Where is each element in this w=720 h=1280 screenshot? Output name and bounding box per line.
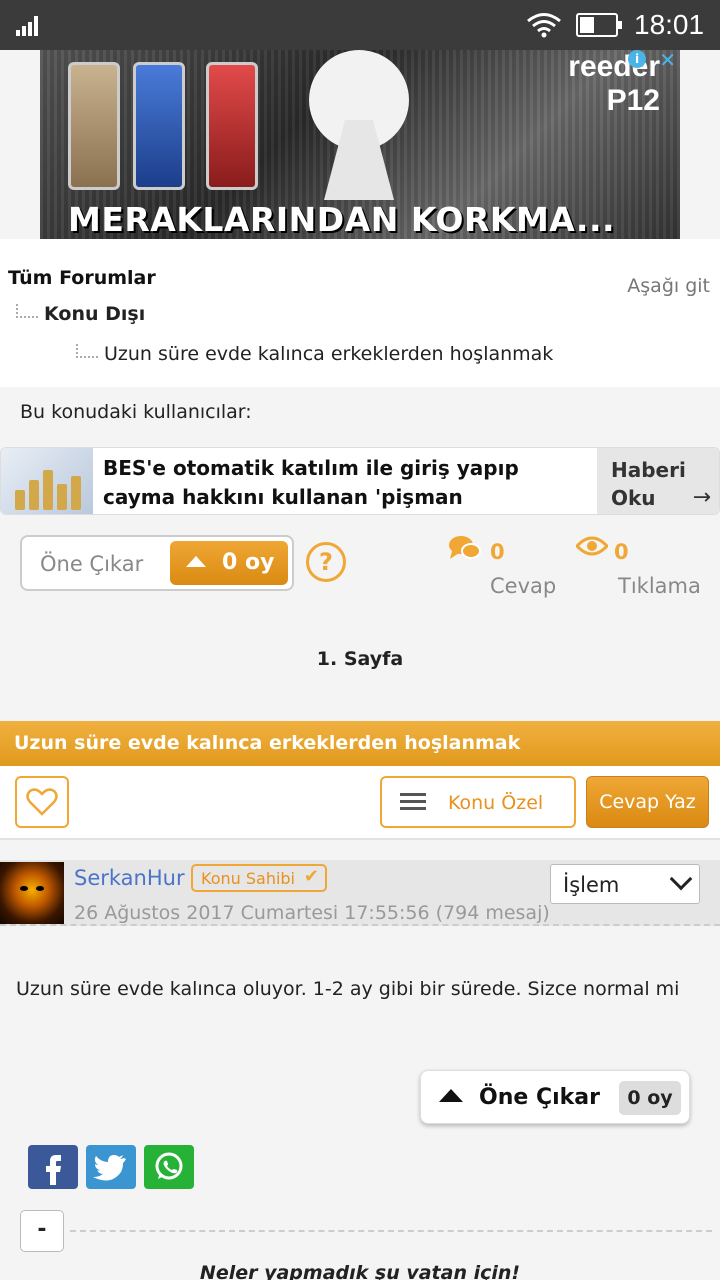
post-author[interactable]: SerkanHur [74, 866, 185, 890]
promote-box: Öne Çıkar 0 oy [20, 535, 294, 591]
scroll-down-link[interactable]: Aşağı git [627, 275, 710, 297]
native-ad[interactable]: BES'e otomatik katılım ile giriş yapıp c… [0, 447, 720, 515]
upvote-button[interactable]: 0 oy [170, 541, 288, 585]
breadcrumb-topic[interactable]: Uzun süre evde kalınca erkeklerden hoşla… [76, 343, 553, 365]
phone-image [206, 62, 258, 190]
post-date: 26 Ağustos 2017 Cumartesi 17:55:56 (794 … [74, 902, 550, 924]
chat-bubbles-icon [449, 536, 481, 559]
facebook-icon [46, 1155, 61, 1185]
check-icon: ✔ [303, 866, 319, 887]
avatar[interactable] [0, 862, 64, 924]
ad-banner[interactable]: reeder P12 i ✕ MERAKLARINDAN KORKMA... [40, 50, 680, 239]
arrow-up-icon [439, 1089, 463, 1102]
battery-icon [576, 13, 622, 37]
user-signature: Neler yapmadık şu vatan için! [199, 1262, 521, 1280]
page-indicator: 1. Sayfa [316, 648, 404, 670]
breadcrumb: Tüm Forumlar Aşağı git Konu Dışı Uzun sü… [0, 239, 720, 387]
topic-owner-badge: Konu Sahibi ✔ [191, 864, 327, 892]
divider [70, 1230, 712, 1232]
ad-thumbnail [1, 448, 93, 514]
topic-actions: Konu Özel Cevap Yaz [0, 766, 720, 840]
arrow-up-icon [186, 556, 206, 567]
breadcrumb-root[interactable]: Tüm Forumlar [8, 267, 156, 289]
whatsapp-icon [155, 1152, 183, 1180]
heart-icon [26, 788, 58, 816]
share-facebook-button[interactable] [28, 1145, 78, 1189]
topic-options-button[interactable]: Konu Özel [380, 776, 576, 828]
close-icon[interactable]: ✕ [659, 50, 676, 72]
tree-connector-icon [16, 304, 38, 318]
chevron-down-icon [669, 867, 693, 891]
view-count: 0 Tıklama [576, 534, 716, 604]
help-icon[interactable]: ? [306, 542, 346, 582]
topic-users: Bu konudaki kullanıcılar: [0, 387, 720, 437]
wifi-icon [527, 13, 561, 38]
read-news-button[interactable]: Haberi Oku → [597, 448, 719, 514]
ad-choices[interactable]: i ✕ [620, 50, 680, 72]
phone-image [133, 62, 185, 190]
post-promote-button[interactable]: Öne Çıkar 0 oy [420, 1070, 690, 1124]
promote-label: Öne Çıkar [40, 552, 144, 576]
ad-headline: MERAKLARINDAN KORKMA... [68, 200, 616, 239]
share-whatsapp-button[interactable] [144, 1145, 194, 1189]
topic-users-label: Bu konudaki kullanıcılar: [20, 401, 252, 423]
promote-count: 0 oy [619, 1081, 681, 1115]
ad-text: BES'e otomatik katılım ile giriş yapıp c… [103, 456, 519, 509]
menu-icon [400, 793, 426, 811]
write-reply-button[interactable]: Cevap Yaz [586, 776, 709, 828]
post-body: Uzun süre evde kalınca oluyor. 1-2 ay gi… [16, 978, 680, 1000]
reply-count: 0 Cevap [448, 534, 568, 604]
info-icon[interactable]: i [628, 50, 646, 68]
favorite-button[interactable] [15, 776, 69, 828]
post-header: SerkanHur Konu Sahibi ✔ 26 Ağustos 2017 … [0, 860, 720, 926]
collapse-signature-button[interactable]: - [20, 1210, 64, 1252]
signal-icon [16, 16, 42, 36]
arrow-right-icon: → [692, 485, 711, 510]
eye-icon [576, 536, 608, 556]
phone-image [68, 62, 120, 190]
topic-title: Uzun süre evde kalınca erkeklerden hoşla… [0, 721, 720, 766]
status-bar: 18:01 [0, 0, 720, 50]
breadcrumb-category[interactable]: Konu Dışı [16, 303, 145, 325]
post-action-select[interactable]: İşlem [550, 864, 700, 904]
tree-connector-icon [76, 344, 98, 358]
share-twitter-button[interactable] [86, 1145, 136, 1189]
clock: 18:01 [634, 9, 705, 40]
keyhole-image [304, 50, 414, 210]
twitter-icon [93, 1155, 126, 1181]
